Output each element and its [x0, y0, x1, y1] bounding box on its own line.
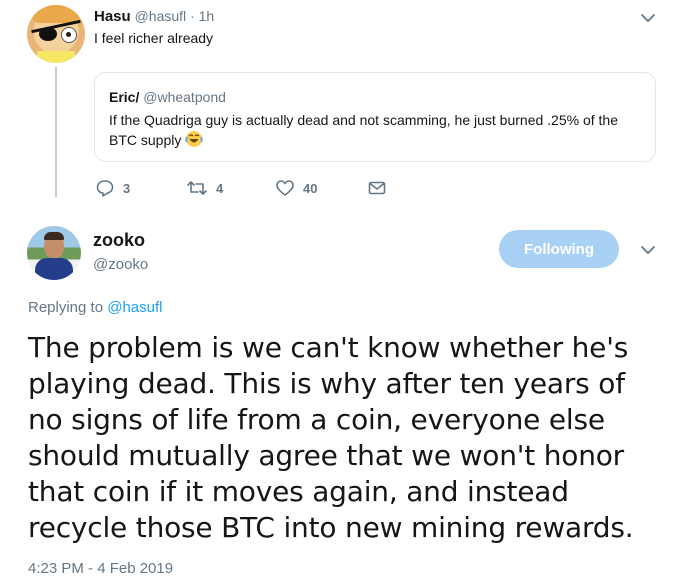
retweet-count: 4 [216, 180, 224, 196]
thread-connector [55, 67, 57, 197]
author-name[interactable]: zooko [93, 230, 145, 251]
retweet-icon [187, 181, 207, 195]
direct-message-icon [368, 181, 386, 195]
quoted-author-name: Eric/ [109, 89, 140, 105]
reply-button[interactable]: 3 [95, 178, 130, 198]
tweet-text: The problem is we can't know whether he'… [28, 331, 634, 544]
chevron-down-icon[interactable] [638, 240, 658, 260]
laughing-emoji-icon [185, 131, 203, 147]
reply-count: 3 [123, 180, 131, 196]
chevron-down-icon[interactable] [638, 8, 658, 28]
direct-message-button[interactable] [367, 178, 387, 198]
reply-icon [96, 180, 114, 197]
author-name[interactable]: Hasu [94, 8, 131, 25]
following-button[interactable]: Following [499, 230, 619, 268]
replying-to: Replying to @hasufl [28, 299, 162, 316]
avatar[interactable] [27, 226, 81, 280]
tweet-time[interactable]: 1h [199, 8, 215, 24]
like-icon [276, 180, 294, 196]
separator: · [190, 8, 195, 24]
like-button[interactable]: 40 [275, 178, 317, 198]
tweet-timestamp[interactable]: 4:23 PM - 4 Feb 2019 [28, 560, 173, 577]
quoted-author-handle: @wheatpond [143, 89, 226, 105]
quoted-tweet[interactable]: Eric/ @wheatpond If the Quadriga guy is … [94, 72, 656, 162]
avatar[interactable] [27, 5, 85, 63]
quoted-text: If the Quadriga guy is actually dead and… [109, 110, 639, 150]
author-handle[interactable]: @zooko [93, 256, 148, 273]
tweet-text: I feel richer already [94, 30, 214, 46]
replying-prefix: Replying to [28, 299, 104, 316]
tweet-header: Hasu @hasufl · 1h [94, 8, 214, 25]
author-handle[interactable]: @hasufl [135, 8, 187, 24]
like-count: 40 [303, 180, 318, 196]
retweet-button[interactable]: 4 [186, 178, 223, 198]
replying-handle-link[interactable]: @hasufl [107, 299, 162, 316]
tweet-actions: 3 4 40 [95, 178, 395, 200]
quoted-header: Eric/ @wheatpond [109, 89, 226, 105]
